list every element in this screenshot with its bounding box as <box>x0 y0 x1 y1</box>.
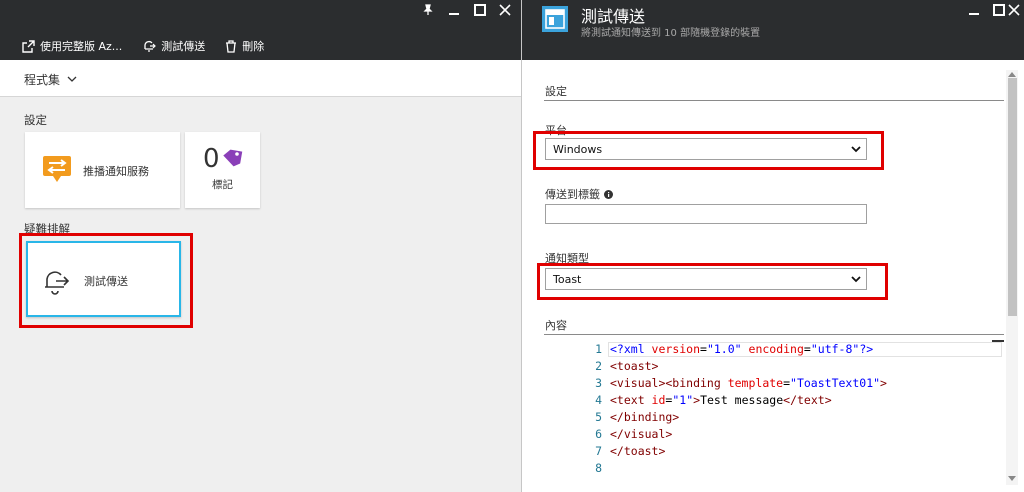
right-blade: 測試傳送 將測試通知傳送到 10 部隨機登錄的裝置 設定 平台 Windows … <box>521 0 1024 492</box>
minimize-icon[interactable] <box>446 4 462 21</box>
tags-tile[interactable]: 0 標記 <box>185 132 260 208</box>
left-toolbar: 使用完整版 Az... 測試傳送 刪除 <box>22 37 284 55</box>
code-line: 1 <?xml version="1.0" encoding="utf-8"?> <box>544 342 1004 358</box>
settings-divider <box>544 100 1004 101</box>
code-line: 5 </binding> <box>544 410 1004 426</box>
settings-section-title: 設定 <box>24 113 47 127</box>
code-line: 2 <toast> <box>544 359 1004 375</box>
pin-icon[interactable] <box>420 4 436 21</box>
code-line: 8 <box>544 461 1004 477</box>
test-send-toolbar-button[interactable]: 測試傳送 <box>142 38 205 54</box>
line-number: 8 <box>595 461 602 475</box>
info-icon[interactable] <box>604 189 613 199</box>
highlight-test-send <box>19 233 193 328</box>
line-number: 5 <box>595 410 602 424</box>
left-blade-header: 使用完整版 Az... 測試傳送 刪除 <box>0 0 521 60</box>
line-number: 7 <box>595 444 602 458</box>
line-number: 4 <box>595 393 602 407</box>
push-service-label: 推播通知服務 <box>83 165 149 178</box>
test-send-toolbar-label: 測試傳送 <box>161 40 206 53</box>
line-number: 2 <box>595 359 602 373</box>
scroll-down-icon[interactable] <box>1008 476 1016 482</box>
settings-section-title: 設定 <box>545 85 567 98</box>
blade-icon <box>542 6 568 32</box>
open-full-label: 使用完整版 Az... <box>40 40 123 53</box>
scrollbar-thumb[interactable] <box>1008 78 1017 316</box>
tags-count: 0 <box>203 144 220 174</box>
close-icon[interactable] <box>1007 4 1021 21</box>
line-number: 1 <box>595 342 602 356</box>
code-line: 4 <text id="1">Test message</text> <box>544 393 1004 409</box>
maximize-icon[interactable] <box>472 4 488 21</box>
program-set-label: 程式集 <box>24 73 61 87</box>
external-link-icon <box>22 39 35 53</box>
content-divider <box>544 334 1004 335</box>
send-to-tag-label: 傳送到標籤 <box>545 188 600 201</box>
blade-subtitle: 將測試通知傳送到 10 部隨機登錄的裝置 <box>581 28 761 39</box>
chevron-down-icon <box>67 76 77 82</box>
right-blade-header: 測試傳送 將測試通知傳送到 10 部隨機登錄的裝置 <box>522 0 1024 60</box>
open-full-button[interactable]: 使用完整版 Az... <box>22 38 122 54</box>
code-line: 6 </visual> <box>544 427 1004 443</box>
content-label: 內容 <box>545 319 567 332</box>
trash-icon <box>226 39 237 53</box>
push-notification-icon <box>43 156 71 182</box>
push-service-tile[interactable]: 推播通知服務 <box>25 132 180 208</box>
maximize-icon[interactable] <box>991 4 1007 21</box>
program-set-bar[interactable]: 程式集 <box>0 60 521 97</box>
content-code-editor[interactable]: 1 <?xml version="1.0" encoding="utf-8"?>… <box>544 340 1004 480</box>
code-line: 3 <visual><binding template="ToastText01… <box>544 376 1004 392</box>
bell-icon <box>144 40 157 52</box>
tag-icon <box>223 149 243 167</box>
highlight-platform <box>533 131 884 170</box>
send-to-tag-input[interactable] <box>545 204 867 224</box>
minimize-icon[interactable] <box>966 4 982 21</box>
scroll-up-icon[interactable] <box>1008 71 1016 77</box>
line-number: 6 <box>595 427 602 441</box>
code-line: 7 </toast> <box>544 444 1004 460</box>
close-icon[interactable] <box>497 4 513 21</box>
highlight-notification-type <box>537 263 888 300</box>
left-blade: 使用完整版 Az... 測試傳送 刪除 程式集 設定 推播通知服務 0 標記 疑… <box>0 0 521 492</box>
delete-button[interactable]: 刪除 <box>225 38 264 54</box>
line-number: 3 <box>595 376 602 390</box>
delete-label: 刪除 <box>242 40 265 53</box>
tags-label: 標記 <box>212 179 233 191</box>
send-to-tag-label-row: 傳送到標籤 <box>545 186 613 202</box>
